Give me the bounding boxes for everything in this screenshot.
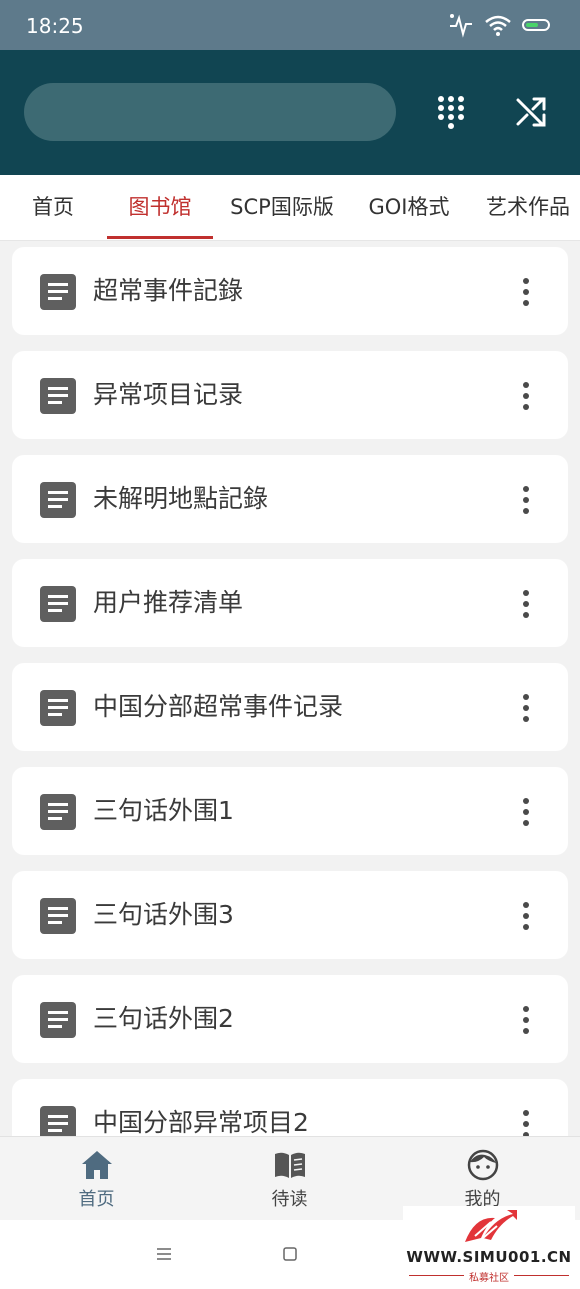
more-vert-icon[interactable] xyxy=(516,693,536,723)
list-item-title: 未解明地點記錄 xyxy=(93,484,269,513)
list-item-title: 异常项目记录 xyxy=(93,380,244,409)
more-vert-icon[interactable] xyxy=(516,797,536,827)
watermark: WWW.SIMU001.CN 私募社区 xyxy=(403,1206,575,1286)
activity-icon xyxy=(450,14,472,38)
active-tab-indicator xyxy=(107,236,213,239)
tab-bar: 首页 图书馆 SCP国际版 GOI格式 艺术作品 xyxy=(0,175,580,241)
list-item-title: 三句话外围1 xyxy=(93,796,234,825)
tab-scp-international[interactable]: SCP国际版 xyxy=(226,175,338,240)
watermark-subtitle: 私募社区 xyxy=(469,1273,509,1284)
document-icon xyxy=(40,898,76,934)
search-input[interactable] xyxy=(24,83,396,141)
more-vert-icon[interactable] xyxy=(516,1005,536,1035)
wifi-icon xyxy=(485,15,511,36)
shuffle-icon[interactable] xyxy=(513,94,549,130)
list-item[interactable]: 异常项目记录 xyxy=(12,351,568,439)
list-item[interactable]: 用户推荐清单 xyxy=(12,559,568,647)
more-vert-icon[interactable] xyxy=(516,589,536,619)
list-item[interactable]: 三句话外围1 xyxy=(12,767,568,855)
book-icon xyxy=(275,1152,305,1178)
nav-to-read[interactable]: 待读 xyxy=(193,1137,386,1221)
tab-goi-format[interactable]: GOI格式 xyxy=(362,175,456,240)
list-item[interactable]: 三句话外围3 xyxy=(12,871,568,959)
more-vert-icon[interactable] xyxy=(516,1109,536,1137)
more-vert-icon[interactable] xyxy=(516,381,536,411)
list-item-title: 中国分部超常事件记录 xyxy=(93,692,344,721)
watermark-text: WWW.SIMU001.CN xyxy=(406,1248,572,1266)
nav-home[interactable]: 首页 xyxy=(0,1137,193,1221)
list-item-title: 用户推荐清单 xyxy=(93,588,244,617)
tab-home[interactable]: 首页 xyxy=(14,175,92,240)
list-item[interactable]: 中国分部异常项目2 xyxy=(12,1079,568,1137)
tab-library[interactable]: 图书馆 xyxy=(107,175,213,240)
more-vert-icon[interactable] xyxy=(516,485,536,515)
watermark-logo xyxy=(465,1210,517,1242)
list-item[interactable]: 中国分部超常事件记录 xyxy=(12,663,568,751)
status-time: 18:25 xyxy=(26,14,84,38)
list-item-title: 中国分部异常项目2 xyxy=(93,1108,309,1137)
dialpad-icon[interactable] xyxy=(433,94,469,130)
document-icon xyxy=(40,482,76,518)
document-icon xyxy=(40,794,76,830)
document-icon xyxy=(40,378,76,414)
battery-icon xyxy=(522,19,550,31)
menu-icon[interactable] xyxy=(152,1242,176,1266)
list-item-title: 三句话外围3 xyxy=(93,900,234,929)
document-icon xyxy=(40,690,76,726)
tab-art-works[interactable]: 艺术作品 xyxy=(481,175,575,240)
home-icon xyxy=(82,1151,112,1179)
document-icon xyxy=(40,274,76,310)
status-bar: 18:25 xyxy=(0,0,580,50)
nav-home-label: 首页 xyxy=(78,1189,115,1210)
face-icon xyxy=(467,1149,499,1181)
document-icon xyxy=(40,1106,76,1137)
app-header xyxy=(0,50,580,175)
list-item[interactable]: 未解明地點記錄 xyxy=(12,455,568,543)
status-icons xyxy=(448,12,550,38)
document-icon xyxy=(40,1002,76,1038)
nav-to-read-label: 待读 xyxy=(271,1189,308,1210)
list-item-title: 三句话外围2 xyxy=(93,1004,234,1033)
document-icon xyxy=(40,586,76,622)
list-item[interactable]: 三句话外围2 xyxy=(12,975,568,1063)
library-list: 超常事件記錄 异常项目记录 未解明地點記錄 用户推荐清单 中国分部超常事件记录 … xyxy=(12,247,568,1137)
home-square-icon[interactable] xyxy=(278,1242,302,1266)
list-item-title: 超常事件記錄 xyxy=(93,276,244,305)
list-item[interactable]: 超常事件記錄 xyxy=(12,247,568,335)
more-vert-icon[interactable] xyxy=(516,277,536,307)
more-vert-icon[interactable] xyxy=(516,901,536,931)
